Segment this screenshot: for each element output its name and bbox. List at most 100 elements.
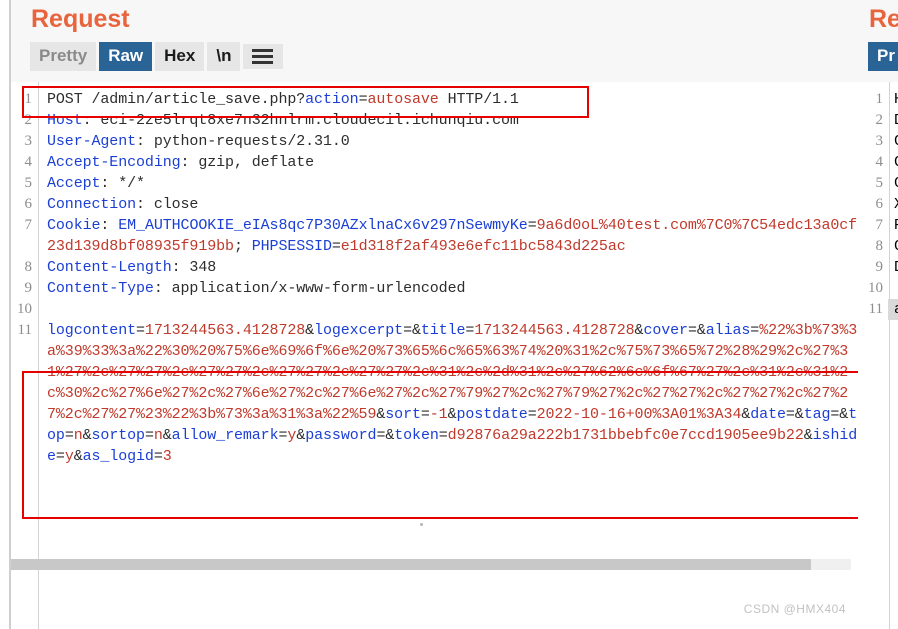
code-token: : */* xyxy=(100,175,145,192)
code-token: = xyxy=(332,238,341,255)
hamburger-line xyxy=(252,49,273,52)
request-panel: Request Pretty Raw Hex \n 1POST /admin/a… xyxy=(0,0,858,629)
response-line-number: 6 xyxy=(858,194,888,215)
burp-suite-repeater-window: Request Pretty Raw Hex \n 1POST /admin/a… xyxy=(0,0,898,629)
response-code-line: 5C xyxy=(858,173,898,194)
code-token: & xyxy=(804,427,813,444)
code-token: action xyxy=(305,91,358,108)
line-number: 9 xyxy=(11,278,38,299)
response-code-area[interactable]: 1H2D3C4C5C6X7P8C9D1011a xyxy=(858,82,898,629)
line-text: Connection: close xyxy=(38,194,858,215)
code-token: =& xyxy=(786,406,804,423)
response-line-number: 8 xyxy=(858,236,888,257)
response-code-line: 2D xyxy=(858,110,898,131)
code-line: 6Connection: close xyxy=(11,194,858,215)
response-line-number: 3 xyxy=(858,131,888,152)
code-token: logexcerpt xyxy=(314,322,403,339)
code-token: Content-Length xyxy=(47,259,172,276)
code-token: sortop xyxy=(92,427,145,444)
code-token: 1713244563.4128728 xyxy=(474,322,634,339)
code-token: HTTP/1.1 xyxy=(439,91,519,108)
line-number: 10 xyxy=(11,299,38,320)
code-token: 2022-10-16+00%3A01%3A34 xyxy=(537,406,742,423)
code-token: 3 xyxy=(163,448,172,465)
code-token: password xyxy=(305,427,376,444)
response-code-line: 10 xyxy=(858,278,898,299)
code-token: = xyxy=(145,427,154,444)
line-number: 1 xyxy=(11,89,38,110)
response-code-line: 4C xyxy=(858,152,898,173)
code-token: & xyxy=(74,448,83,465)
tab-hex[interactable]: Hex xyxy=(155,42,204,71)
code-line: 10 xyxy=(11,299,858,320)
code-token: -1 xyxy=(430,406,448,423)
code-token: & xyxy=(448,406,457,423)
line-number: 6 xyxy=(11,194,38,215)
code-token: = xyxy=(65,427,74,444)
response-line-text: C xyxy=(888,173,898,194)
code-token: n xyxy=(154,427,163,444)
code-token: y xyxy=(287,427,296,444)
code-token: : xyxy=(100,217,118,234)
code-line: 4Accept-Encoding: gzip, deflate xyxy=(11,152,858,173)
code-token: & xyxy=(83,427,92,444)
line-text: logcontent=1713244563.4128728&logexcerpt… xyxy=(38,320,858,467)
response-line-text: C xyxy=(888,131,898,152)
code-token: y xyxy=(65,448,74,465)
code-line: 5Accept: */* xyxy=(11,173,858,194)
line-number: 5 xyxy=(11,173,38,194)
response-line-text: C xyxy=(888,152,898,173)
horizontal-scrollbar-track[interactable] xyxy=(11,559,851,570)
line-number: 3 xyxy=(11,131,38,152)
response-panel-title: Re xyxy=(869,5,898,34)
code-token: & xyxy=(296,427,305,444)
code-token: Cookie xyxy=(47,217,100,234)
code-token: d92876a29a222b1731bbebfc0e7ccd1905ee9b22 xyxy=(448,427,804,444)
line-number: 8 xyxy=(11,257,38,278)
hamburger-line xyxy=(252,55,273,58)
tab-newline[interactable]: \n xyxy=(207,42,240,71)
code-token: = xyxy=(154,448,163,465)
code-token: =& xyxy=(403,322,421,339)
code-line: 2Host: eci-2ze5lrqt8xe7n32hnlrm.cloudeci… xyxy=(11,110,858,131)
code-token: date xyxy=(750,406,786,423)
hamburger-menu-icon[interactable] xyxy=(243,44,283,69)
tab-raw[interactable]: Raw xyxy=(99,42,152,71)
code-token: autosave xyxy=(367,91,438,108)
code-token: ; xyxy=(234,238,252,255)
response-line-number: 1 xyxy=(858,89,888,110)
code-token: tag xyxy=(804,406,831,423)
code-token: Connection xyxy=(47,196,136,213)
code-token: = xyxy=(528,217,537,234)
tab-pretty-response[interactable]: Pr xyxy=(868,42,898,71)
response-panel-header: Re Pr xyxy=(858,0,898,82)
response-code-line: 8C xyxy=(858,236,898,257)
line-text: Cookie: EM_AUTHCOOKIE_eIAs8qc7P30AZxlnaC… xyxy=(38,215,858,257)
code-token: EM_AUTHCOOKIE_eIAs8qc7P30AZxlnaCx6v297nS… xyxy=(118,217,527,234)
code-token: e1d318f2af493e6efc11bc5843d225ac xyxy=(341,238,626,255)
response-code-line: 6X xyxy=(858,194,898,215)
response-line-number: 2 xyxy=(858,110,888,131)
response-code-line: 7P xyxy=(858,215,898,236)
response-line-text: P xyxy=(888,215,898,236)
code-token: & xyxy=(376,406,385,423)
line-text: Accept: */* xyxy=(38,173,858,194)
code-token: = xyxy=(439,427,448,444)
code-token: logcontent xyxy=(47,322,136,339)
code-token: Host xyxy=(47,112,83,129)
horizontal-scrollbar-thumb[interactable] xyxy=(11,559,811,570)
response-line-number: 4 xyxy=(858,152,888,173)
tab-pretty[interactable]: Pretty xyxy=(30,42,96,71)
code-token: allow_remark xyxy=(172,427,279,444)
request-code-area[interactable]: 1POST /admin/article_save.php?action=aut… xyxy=(11,82,858,629)
code-token: & xyxy=(305,322,314,339)
line-text: Accept-Encoding: gzip, deflate xyxy=(38,152,858,173)
code-token: n xyxy=(74,427,83,444)
response-line-number: 5 xyxy=(858,173,888,194)
code-token: = xyxy=(528,406,537,423)
decorative-dot xyxy=(420,523,423,526)
code-token: Accept xyxy=(47,175,100,192)
line-text: User-Agent: python-requests/2.31.0 xyxy=(38,131,858,152)
code-token: Content-Type xyxy=(47,280,154,297)
line-number: 11 xyxy=(11,320,38,341)
